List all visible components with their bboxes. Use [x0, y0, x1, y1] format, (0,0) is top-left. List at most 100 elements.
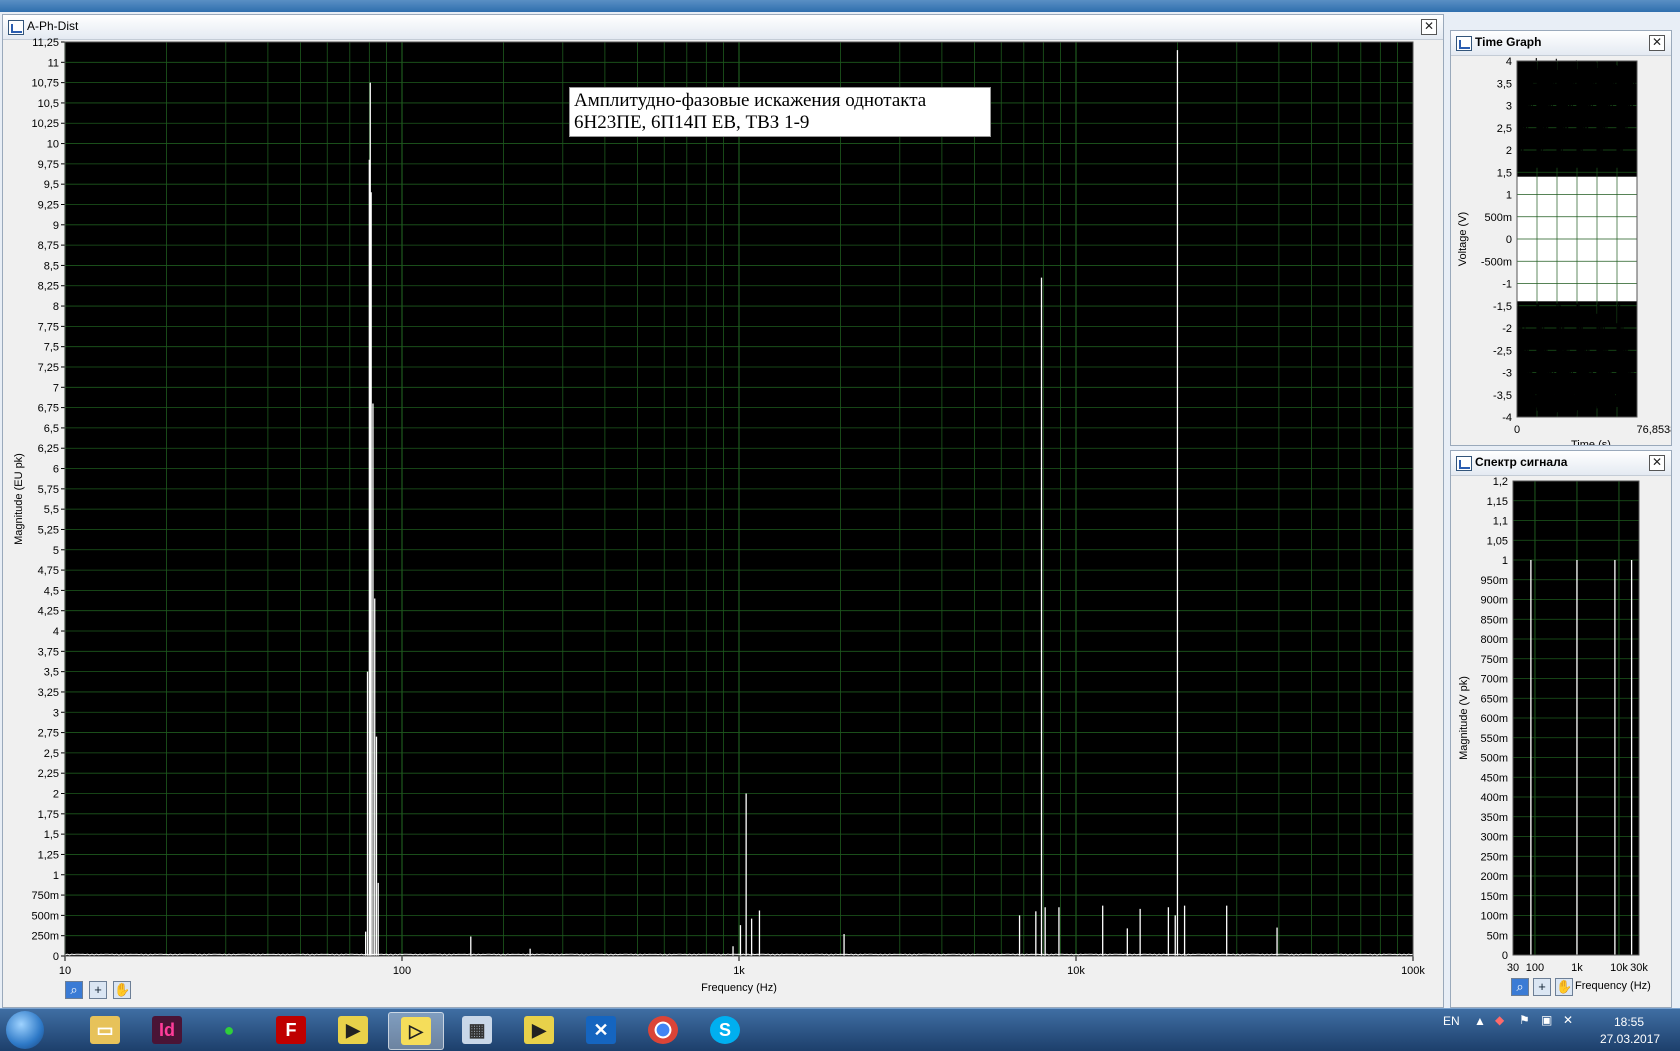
- y-tick-label: 850m: [1480, 614, 1508, 626]
- y-tick-label: 250m: [1480, 851, 1508, 863]
- y-tick-label: 7: [53, 382, 59, 394]
- y-tick-label: 750m: [31, 890, 59, 902]
- y-tick-label: -1: [1502, 279, 1512, 291]
- language-indicator[interactable]: EN: [1443, 1014, 1460, 1028]
- y-tick-label: 11: [48, 57, 59, 69]
- input-spectrum-chart[interactable]: 0 50m 100m 150m 200m 250m 300m 350m 400m 450m 500m…: [1451, 451, 1671, 1007]
- y-tick-label: 5,75: [38, 484, 59, 496]
- main-spectrum-chart[interactable]: 0250m500m750m11,251,51,7522,252,52,7533,…: [3, 15, 1443, 1005]
- y-tick-label: 1,25: [38, 849, 59, 861]
- y-tick-label: 5: [53, 545, 59, 557]
- y-tick-label: 2: [53, 789, 59, 801]
- y-tick-label: 8,75: [38, 240, 59, 252]
- y-tick-label: 250m: [31, 931, 59, 943]
- y-tick-label: 1,2: [1493, 476, 1508, 488]
- zoom-icon[interactable]: ⌕: [1511, 978, 1529, 996]
- skype-icon[interactable]: S: [698, 1012, 752, 1048]
- clock-time[interactable]: 18:55: [1614, 1015, 1644, 1029]
- y-tick-label: -3,5: [1493, 390, 1512, 402]
- clock-date[interactable]: 27.03.2017: [1600, 1032, 1660, 1046]
- tray-arrow-icon[interactable]: ▲: [1474, 1014, 1486, 1028]
- annotation-line-2: 6Н23ПЕ, 6П14П ЕВ, ТВЗ 1-9: [574, 112, 810, 133]
- y-tick-label: 10: [47, 139, 59, 151]
- hand-icon[interactable]: ✋: [113, 981, 131, 999]
- y-tick-label: 1,1: [1493, 516, 1508, 528]
- network-icon[interactable]: ▣: [1541, 1013, 1552, 1027]
- y-tick-label: 3,5: [44, 667, 59, 679]
- x-axis-label: Frequency (Hz): [701, 982, 777, 994]
- crosshair-icon[interactable]: +: [89, 981, 107, 999]
- y-tick-label: 400m: [1480, 792, 1508, 804]
- explorer-icon[interactable]: ▭: [78, 1012, 132, 1048]
- flag-icon[interactable]: ⚑: [1519, 1013, 1530, 1027]
- green-app-icon[interactable]: ●: [202, 1012, 256, 1048]
- y-tick-label: 1: [53, 870, 59, 882]
- y-tick-label: 1,15: [1487, 496, 1508, 508]
- y-tick-label: -3: [1502, 368, 1512, 380]
- y-tick-label: 2,5: [44, 748, 59, 760]
- y-tick-label: 6: [53, 464, 59, 476]
- y-tick-label: 200m: [1480, 871, 1508, 883]
- y-tick-label: 10,75: [31, 78, 59, 90]
- y-tick-label: 2,75: [38, 728, 59, 740]
- y-tick-label: 2,25: [38, 768, 59, 780]
- y-tick-label: 500m: [1480, 753, 1508, 765]
- y-tick-label: 4: [1506, 56, 1512, 68]
- x-tick-label: 76,8538m: [1637, 424, 1671, 436]
- calculator-icon[interactable]: ▦: [450, 1012, 504, 1048]
- time-xlabel: Time (s): [1571, 440, 1631, 445]
- windows-start-icon[interactable]: [6, 1011, 44, 1049]
- y-tick-label: 700m: [1480, 674, 1508, 686]
- x-tick-label: 0: [1514, 424, 1520, 436]
- y-tick-label: 500m: [31, 910, 59, 922]
- y-tick-label: 7,25: [38, 362, 59, 374]
- annotation-line-1: Амплитудно-фазовые искажения однотакта: [574, 90, 927, 111]
- y-tick-label: 600m: [1480, 713, 1508, 725]
- y-tick-label: 0: [53, 951, 59, 963]
- crosshair-icon[interactable]: +: [1533, 978, 1551, 996]
- y-tick-label: 1: [1502, 555, 1508, 567]
- y-tick-label: 750m: [1480, 654, 1508, 666]
- y-tick-label: 6,5: [44, 423, 59, 435]
- spectrum-window: Спектр сигнала ✕ 0 50m 100m 150m 200m 250m 300…: [1450, 450, 1672, 1008]
- time-graph-chart[interactable]: -4 -3,5 -3 -2,5 -2 -1,5 -1 -500m 0 500m 1 1,5 2 2,5 3 3…: [1451, 31, 1671, 445]
- y-tick-label: 3,75: [38, 646, 59, 658]
- x-tick-label: 100: [393, 965, 411, 977]
- y-tick-label: 6,75: [38, 403, 59, 415]
- y-tick-label: 300m: [1480, 832, 1508, 844]
- y-tick-label: 10,25: [31, 118, 59, 130]
- x-tick-label: 10k: [1067, 965, 1085, 977]
- y-tick-label: 4,25: [38, 606, 59, 618]
- y-tick-label: 4,75: [38, 565, 59, 577]
- y-tick-label: 1,5: [1497, 167, 1512, 179]
- volume-muted-icon[interactable]: ✕: [1563, 1013, 1573, 1027]
- y-tick-label: 3,25: [38, 687, 59, 699]
- y-tick-label: 50m: [1487, 930, 1508, 942]
- y-tick-label: 1,05: [1487, 535, 1508, 547]
- time-graph-window: Time Graph ✕ -4 -3,5 -3 -2,5 -2 -1,5 -1 -500m 0 5…: [1450, 30, 1672, 446]
- labview-active-icon[interactable]: ▷: [388, 1012, 444, 1050]
- y-tick-label: 550m: [1480, 733, 1508, 745]
- y-tick-label: 900m: [1480, 595, 1508, 607]
- x-tick-label: 30: [1507, 962, 1519, 974]
- y-tick-label: 3: [53, 707, 59, 719]
- indesign-icon[interactable]: Id: [140, 1012, 194, 1048]
- labview-projects-icon[interactable]: ▶: [326, 1012, 380, 1048]
- chrome-icon[interactable]: [636, 1012, 690, 1048]
- desktop-top-strip: [0, 0, 1680, 12]
- tray-app-icon[interactable]: ◆: [1495, 1013, 1504, 1027]
- y-tick-label: 9: [53, 220, 59, 232]
- y-tick-label: 150m: [1480, 891, 1508, 903]
- hand-icon[interactable]: ✋: [1555, 978, 1573, 996]
- labview-15-icon[interactable]: ▶: [512, 1012, 566, 1048]
- y-tick-label: 1,75: [38, 809, 59, 821]
- y-tick-label: 5,25: [38, 524, 59, 536]
- filezilla-icon[interactable]: F: [264, 1012, 318, 1048]
- y-tick-label: 8: [53, 301, 59, 313]
- zoom-icon[interactable]: ⌕: [65, 981, 83, 999]
- y-tick-label: 9,75: [38, 159, 59, 171]
- y-tick-label: 5,5: [44, 504, 59, 516]
- y-tick-label: 8,5: [44, 260, 59, 272]
- blue-app-icon[interactable]: ✕: [574, 1012, 628, 1048]
- spectrum-xlabel: Frequency (Hz): [1575, 980, 1651, 992]
